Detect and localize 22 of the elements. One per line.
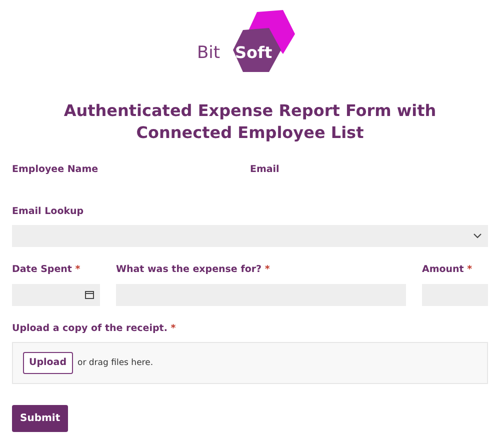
date-field[interactable] [12, 284, 100, 306]
upload-button[interactable]: Upload [23, 352, 73, 374]
required-mark: * [264, 264, 270, 276]
field-label: Amount [422, 264, 464, 276]
field-label: Employee Name [12, 164, 98, 176]
logo-text: Bit [197, 45, 220, 62]
logo-text: Soft [235, 45, 272, 61]
field-label: Email [250, 164, 280, 176]
submit-button[interactable]: Submit [12, 404, 68, 432]
dropzone-hint: or drag files here. [78, 356, 154, 370]
calendar-icon [85, 290, 94, 300]
required-mark: * [170, 322, 176, 334]
form-title: Authenticated Expense Report Form with Connected Employee List [62, 100, 438, 144]
field-label: Email Lookup [12, 206, 84, 218]
field-label: What was the expense for? [116, 264, 262, 276]
chevron-down-icon [473, 233, 482, 240]
logo-hexagon-icon [231, 8, 297, 74]
required-mark: * [75, 264, 80, 276]
required-mark: * [467, 264, 472, 276]
email-lookup-select[interactable] [12, 225, 488, 248]
field-label: Date Spent [12, 264, 72, 276]
field-label: Upload a copy of the receipt. [12, 322, 168, 334]
